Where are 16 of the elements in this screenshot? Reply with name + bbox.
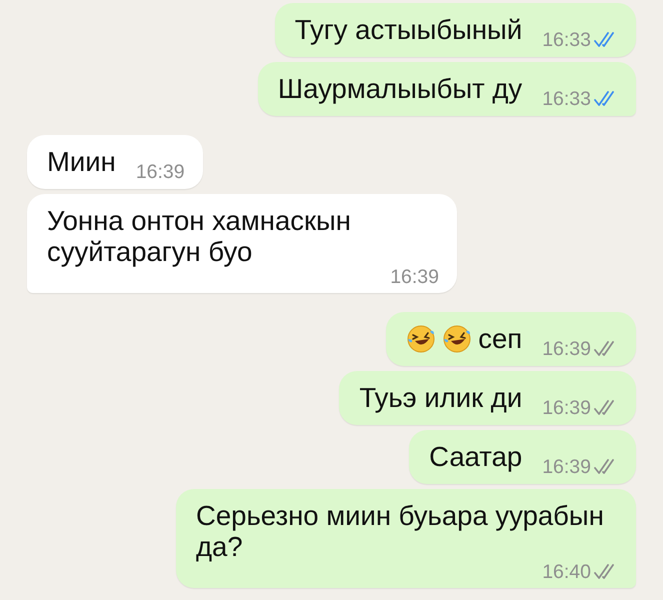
message-text: сеп <box>478 323 522 355</box>
message-time: 16:39 <box>136 162 185 182</box>
message-text: Серьезно миин буьара уурабын да? <box>196 500 605 562</box>
message-text: Саатар <box>429 441 522 473</box>
message-text: Миин <box>47 146 116 178</box>
message-text: Тугу астыыбыный <box>294 14 522 46</box>
message-time: 16:33 <box>542 30 591 50</box>
message-time: 16:39 <box>390 267 439 287</box>
message-time: 16:39 <box>542 398 591 418</box>
message-time: 16:40 <box>542 562 591 582</box>
message-time: 16:39 <box>542 457 591 477</box>
message-text: Уонна онтон хамнаскын сууйтарагун буо <box>47 205 352 267</box>
message-time: 16:39 <box>542 339 591 359</box>
message-text: Шаурмалыыбыт ду <box>278 73 522 105</box>
message-text: Туьэ илик ди <box>359 382 522 414</box>
message-time: 16:33 <box>542 89 591 109</box>
